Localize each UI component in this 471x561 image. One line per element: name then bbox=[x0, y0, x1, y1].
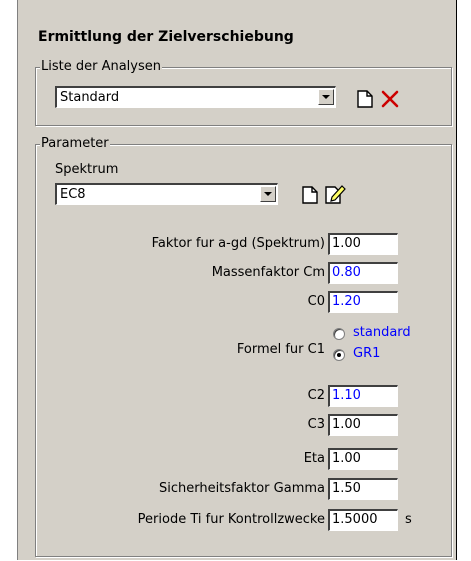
formel-c1-label: Formel fur C1 bbox=[236, 342, 325, 357]
c2-label: C2 bbox=[307, 388, 325, 403]
c0-label: C0 bbox=[307, 294, 325, 309]
analyses-select-value: Standard bbox=[60, 90, 120, 105]
eta-label: Eta bbox=[303, 451, 325, 466]
chevron-down-icon[interactable] bbox=[318, 89, 334, 105]
faktor-agd-input[interactable]: 1.00 bbox=[328, 233, 398, 255]
c1-gr1-radio[interactable] bbox=[333, 349, 345, 361]
c1-gr1-option[interactable]: GR1 bbox=[353, 346, 380, 361]
c0-input[interactable]: 1.20 bbox=[328, 291, 398, 313]
c1-standard-radio[interactable] bbox=[333, 328, 345, 340]
analyses-select[interactable]: Standard bbox=[55, 86, 336, 108]
chevron-down-icon[interactable] bbox=[260, 186, 276, 202]
periode-input[interactable]: 1.5000 bbox=[328, 509, 398, 531]
new-spectrum-icon[interactable] bbox=[300, 184, 320, 206]
faktor-agd-label: Faktor fur a-gd (Spektrum) bbox=[151, 236, 325, 251]
gamma-input[interactable]: 1.50 bbox=[328, 478, 398, 500]
panel-title: Ermittlung der Zielverschiebung bbox=[38, 29, 294, 45]
c3-input[interactable]: 1.00 bbox=[328, 414, 398, 436]
massenfaktor-input[interactable]: 0.80 bbox=[328, 262, 398, 284]
delete-x-icon[interactable] bbox=[380, 88, 400, 110]
periode-unit: s bbox=[405, 512, 412, 527]
settings-panel: Ermittlung der Zielverschiebung Liste de… bbox=[17, 0, 457, 560]
c1-standard-option[interactable]: standard bbox=[353, 325, 411, 340]
new-document-icon[interactable] bbox=[355, 88, 375, 110]
gamma-label: Sicherheitsfaktor Gamma bbox=[158, 481, 325, 496]
c2-input[interactable]: 1.10 bbox=[328, 385, 398, 407]
edit-document-icon[interactable] bbox=[323, 183, 347, 205]
spectrum-select-value: EC8 bbox=[60, 187, 86, 202]
eta-input[interactable]: 1.00 bbox=[328, 448, 398, 470]
periode-label: Periode Ti fur Kontrollzwecke bbox=[137, 512, 325, 527]
spectrum-select[interactable]: EC8 bbox=[55, 183, 278, 205]
spectrum-label: Spektrum bbox=[55, 162, 119, 177]
massenfaktor-label: Massenfaktor Cm bbox=[211, 265, 325, 280]
parameter-legend: Parameter bbox=[40, 136, 110, 151]
c3-label: C3 bbox=[307, 417, 325, 432]
analyses-legend: Liste der Analysen bbox=[40, 59, 162, 74]
